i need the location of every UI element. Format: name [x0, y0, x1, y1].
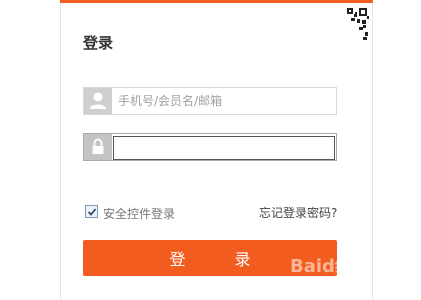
- login-title: 登录: [83, 34, 114, 52]
- baidu-watermark: Baid经验: [290, 256, 371, 277]
- username-input[interactable]: [118, 91, 332, 111]
- top-accent-bar: [60, 0, 373, 3]
- security-control-label[interactable]: 安全控件登录: [103, 205, 175, 222]
- qr-code-login-icon[interactable]: [329, 4, 371, 46]
- lock-icon: [84, 134, 112, 160]
- password-input[interactable]: [113, 136, 335, 160]
- security-control-checkbox[interactable]: [85, 205, 98, 218]
- user-icon: [84, 88, 112, 114]
- password-field[interactable]: [83, 133, 337, 161]
- forgot-password-link[interactable]: 忘记登录密码?: [259, 204, 337, 221]
- username-field[interactable]: [83, 87, 337, 115]
